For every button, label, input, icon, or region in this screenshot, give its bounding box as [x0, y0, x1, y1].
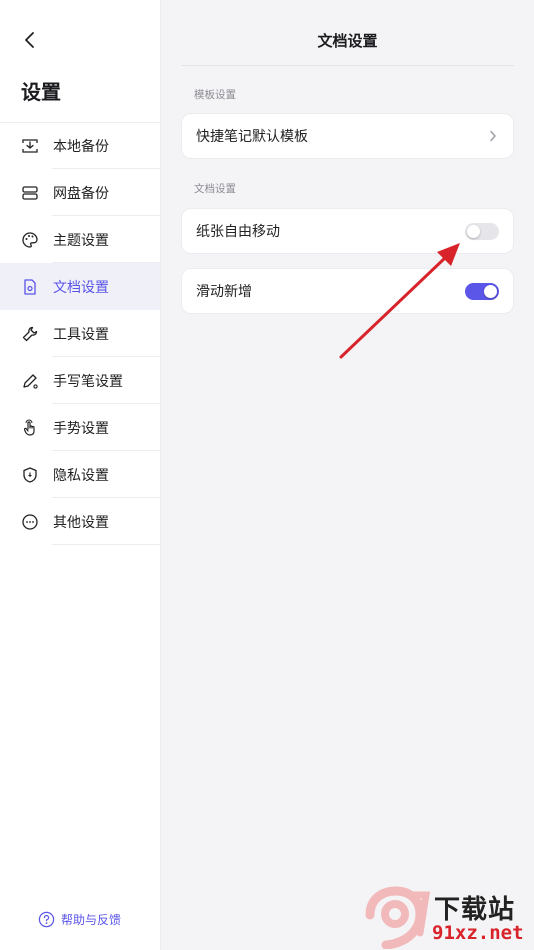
- shield-icon: [20, 465, 40, 485]
- row-label: 快捷笔记默认模板: [196, 129, 308, 145]
- watermark-logo-icon: [365, 886, 431, 949]
- main-panel: 文档设置 模板设置 快捷笔记默认模板 文档设置 纸张自由移动 滑动新增: [161, 0, 534, 950]
- sidebar-title: 设置: [21, 80, 61, 104]
- app: 设置 本地备份 网盘备份 主题设置 文档设置 工具设置 手写笔设置 手势设置 隐…: [0, 0, 534, 950]
- back-button[interactable]: [18, 28, 42, 52]
- sidebar-item-label: 手势设置: [53, 420, 109, 437]
- row-label: 滑动新增: [196, 284, 252, 300]
- header-divider: [181, 65, 514, 66]
- sidebar-item-document-settings[interactable]: 文档设置: [0, 263, 160, 310]
- cloud-backup-icon: [20, 183, 40, 203]
- watermark-en-text: 91xz.net: [432, 922, 524, 944]
- toggle-knob: [467, 224, 480, 238]
- local-backup-icon: [20, 136, 40, 156]
- sidebar-item-label: 网盘备份: [53, 185, 109, 202]
- sidebar: 设置 本地备份 网盘备份 主题设置 文档设置 工具设置 手写笔设置 手势设置 隐…: [0, 0, 161, 950]
- swipe-add-toggle[interactable]: [465, 282, 499, 300]
- sidebar-item-label: 本地备份: [53, 138, 109, 155]
- help-feedback-label: 帮助与反馈: [61, 913, 122, 927]
- sidebar-item-tools[interactable]: 工具设置: [0, 310, 160, 357]
- settings-menu: 本地备份 网盘备份 主题设置 文档设置 工具设置 手写笔设置 手势设置 隐私设置…: [0, 122, 160, 545]
- sidebar-item-privacy[interactable]: 隐私设置: [0, 451, 160, 498]
- quick-note-template-row[interactable]: 快捷笔记默认模板: [181, 113, 514, 159]
- sidebar-item-theme[interactable]: 主题设置: [0, 216, 160, 263]
- sidebar-item-label: 隐私设置: [53, 467, 109, 484]
- chevron-left-icon: [25, 32, 34, 48]
- sidebar-item-label: 工具设置: [53, 326, 109, 343]
- toggle-knob: [484, 284, 497, 298]
- row-label: 纸张自由移动: [196, 224, 280, 240]
- page-title: 文档设置: [317, 32, 378, 50]
- divider: [52, 544, 160, 545]
- help-icon: [38, 911, 55, 928]
- section-label-template: 模板设置: [194, 89, 236, 101]
- paper-free-move-row: 纸张自由移动: [181, 208, 514, 254]
- document-settings-icon: [20, 277, 40, 297]
- sidebar-item-cloud-backup[interactable]: 网盘备份: [0, 169, 160, 216]
- hand-gesture-icon: [20, 418, 40, 438]
- sidebar-item-label: 主题设置: [53, 232, 109, 249]
- sidebar-item-label: 其他设置: [53, 514, 109, 531]
- paper-free-move-toggle[interactable]: [465, 222, 499, 240]
- sidebar-item-stylus[interactable]: 手写笔设置: [0, 357, 160, 404]
- help-feedback-link[interactable]: 帮助与反馈: [38, 911, 121, 928]
- swipe-add-row: 滑动新增: [181, 268, 514, 314]
- chevron-right-icon: [487, 130, 499, 142]
- watermark: 下载站 91xz.net: [362, 885, 534, 950]
- palette-icon: [20, 230, 40, 250]
- sidebar-item-local-backup[interactable]: 本地备份: [0, 122, 160, 169]
- wrench-icon: [20, 324, 40, 344]
- sidebar-item-other[interactable]: 其他设置: [0, 498, 160, 545]
- watermark-cn-text: 下载站: [434, 895, 516, 925]
- more-icon: [20, 512, 40, 532]
- sidebar-item-gesture[interactable]: 手势设置: [0, 404, 160, 451]
- sidebar-item-label: 文档设置: [53, 279, 109, 296]
- sidebar-item-label: 手写笔设置: [53, 373, 123, 390]
- section-label-document: 文档设置: [194, 183, 236, 195]
- pen-icon: [20, 371, 40, 391]
